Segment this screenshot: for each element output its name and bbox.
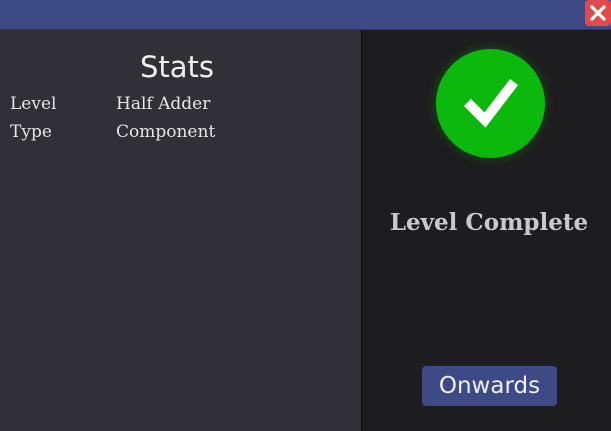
level-complete-message: Level Complete xyxy=(389,209,589,236)
close-icon xyxy=(590,5,606,21)
stats-panel xyxy=(0,30,361,431)
stat-label-level: Level xyxy=(10,94,57,114)
close-button[interactable] xyxy=(585,0,611,26)
checkmark-icon xyxy=(463,78,518,128)
stat-label-type: Type xyxy=(10,122,52,142)
success-badge xyxy=(436,49,545,158)
window-titlebar[interactable] xyxy=(0,0,611,30)
stat-value-level: Half Adder xyxy=(116,94,211,114)
stat-value-type: Component xyxy=(116,122,216,142)
level-complete-window: Stats Level Half Adder Type Component Le… xyxy=(0,0,611,431)
onwards-button[interactable]: Onwards xyxy=(422,366,557,406)
stats-title: Stats xyxy=(139,50,215,84)
